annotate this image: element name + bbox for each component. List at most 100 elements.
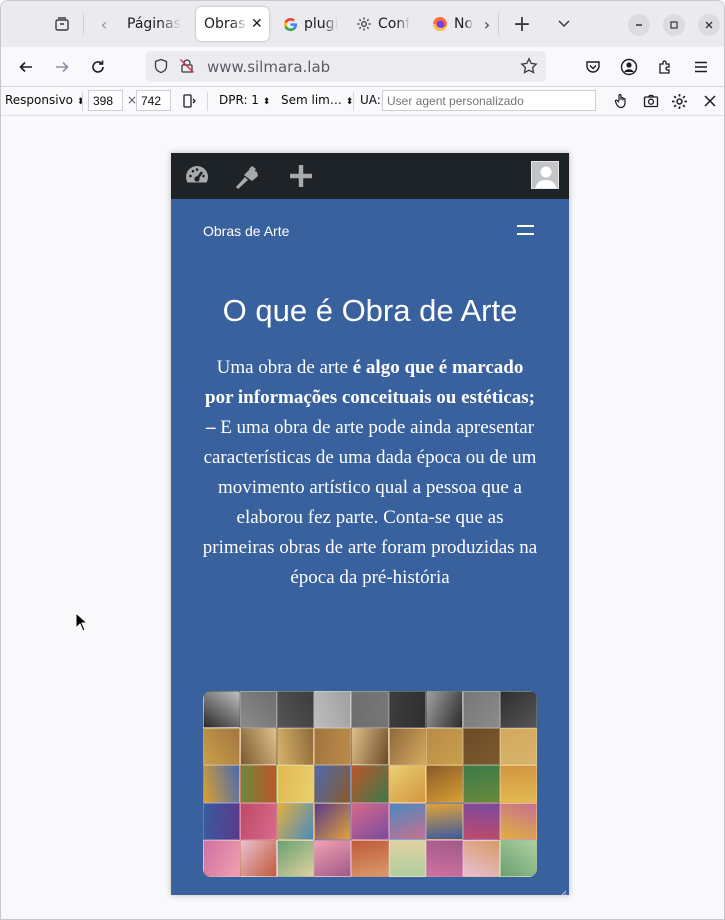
intro-text-start: Uma obra de arte (216, 357, 353, 378)
menu-icon[interactable] (687, 53, 715, 81)
rotate-icon[interactable] (179, 91, 199, 111)
insecure-icon[interactable] (179, 58, 195, 78)
reload-icon[interactable] (84, 53, 112, 81)
google-icon (282, 16, 298, 32)
dpr-selector[interactable]: DPR: 1 ⬍ (219, 93, 270, 107)
minimize-icon[interactable] (628, 14, 650, 36)
tab-overview-icon[interactable] (49, 11, 75, 37)
collage-tile (388, 691, 426, 729)
collage-tile (351, 765, 389, 803)
collage-tile (314, 839, 352, 877)
collage-tile (277, 839, 315, 877)
ua-label: UA: (360, 93, 381, 107)
width-input[interactable] (88, 90, 123, 111)
tab-plugins[interactable]: plugi (282, 7, 348, 41)
device-selector[interactable]: Responsivo ⬍ (5, 93, 84, 107)
touch-simulation-icon[interactable] (611, 91, 631, 111)
shield-icon[interactable] (153, 58, 169, 78)
collage-tile (203, 839, 241, 877)
tab-config[interactable]: Conf (356, 7, 422, 41)
collage-tile (499, 728, 537, 766)
scroll-right-icon[interactable]: › (474, 11, 500, 37)
resize-handle-icon[interactable] (557, 883, 567, 895)
customize-icon[interactable] (232, 161, 262, 191)
device-selector-label: Responsivo (5, 93, 74, 107)
collage-tile (388, 839, 426, 877)
collage-tile (351, 839, 389, 877)
separator (207, 92, 208, 111)
tab-label: plugi (304, 16, 339, 32)
collage-tile (462, 691, 500, 729)
collage-tile (277, 691, 315, 729)
collage-tile (314, 765, 352, 803)
tab-label: Conf (378, 16, 411, 32)
collage-tile (351, 691, 389, 729)
screenshot-icon[interactable] (641, 91, 661, 111)
collage-tile (277, 802, 315, 840)
browser-window: ‹ Páginas Obras ✕ plugi Conf No › + www.… (0, 0, 725, 920)
collage-tile (203, 691, 241, 729)
throttle-selector[interactable]: Sem lim… ⬍ (281, 93, 353, 107)
collage-tile (425, 802, 463, 840)
close-rdm-icon[interactable] (700, 91, 720, 111)
extensions-icon[interactable] (651, 53, 679, 81)
separator (353, 92, 354, 111)
tab-label: Obras (204, 16, 246, 32)
plus-icon[interactable] (286, 161, 316, 191)
mouse-cursor-icon (75, 611, 89, 632)
collage-tile (277, 728, 315, 766)
site-name[interactable]: Obras de Arte (203, 223, 289, 239)
url-text[interactable]: www.silmara.lab (207, 58, 330, 76)
forward-icon[interactable] (48, 53, 76, 81)
height-input[interactable] (136, 90, 171, 111)
updown-icon: ⬍ (262, 97, 271, 107)
tab-obras[interactable]: Obras ✕ (196, 7, 269, 41)
settings-icon[interactable] (669, 91, 689, 111)
user-agent-input[interactable] (382, 90, 596, 111)
tab-paginas[interactable]: Páginas (127, 7, 187, 41)
url-bar[interactable]: www.silmara.lab (146, 51, 546, 82)
close-window-icon[interactable] (698, 14, 720, 36)
collage-tile (462, 802, 500, 840)
list-tabs-icon[interactable] (551, 11, 577, 37)
gear-icon (356, 16, 372, 32)
new-tab-icon[interactable]: + (509, 11, 535, 37)
tab-no[interactable]: No (432, 7, 476, 41)
scroll-left-icon[interactable]: ‹ (91, 11, 117, 37)
firefox-icon (432, 16, 448, 32)
avatar[interactable] (531, 161, 559, 189)
collage-tile (388, 802, 426, 840)
hamburger-icon[interactable] (517, 225, 534, 237)
collage-tile (499, 691, 537, 729)
collage-tile (240, 728, 278, 766)
collage-tile (425, 765, 463, 803)
intro-text-rest: E uma obra de arte pode ainda apresentar… (202, 417, 538, 588)
collage-tile (240, 839, 278, 877)
collage-tile (351, 728, 389, 766)
collage-tile (425, 691, 463, 729)
viewport-area: Obras de Arte O que é Obra de Arte Uma o… (1, 116, 724, 919)
device-viewport: Obras de Arte O que é Obra de Arte Uma o… (171, 153, 569, 895)
back-icon[interactable] (12, 53, 40, 81)
tab-divider (498, 13, 499, 35)
updown-icon: ⬍ (76, 97, 85, 107)
account-icon[interactable] (615, 53, 643, 81)
navigation-bar: www.silmara.lab (1, 47, 724, 87)
collage-tile (203, 765, 241, 803)
collage-tile (462, 728, 500, 766)
collage-tile (240, 802, 278, 840)
intro-paragraph: Uma obra de arte é algo que é marcado po… (201, 353, 539, 593)
collage-tile (203, 728, 241, 766)
dashboard-icon[interactable] (182, 161, 212, 191)
tab-label: No (454, 16, 474, 32)
collage-tile (314, 691, 352, 729)
maximize-icon[interactable] (663, 14, 685, 36)
collage-tile (277, 765, 315, 803)
collage-tile (499, 765, 537, 803)
collage-tile (425, 728, 463, 766)
close-tab-icon[interactable]: ✕ (251, 16, 263, 32)
pocket-icon[interactable] (579, 53, 607, 81)
collage-tile (462, 839, 500, 877)
collage-tile (499, 839, 537, 877)
bookmark-star-icon[interactable] (520, 57, 538, 79)
